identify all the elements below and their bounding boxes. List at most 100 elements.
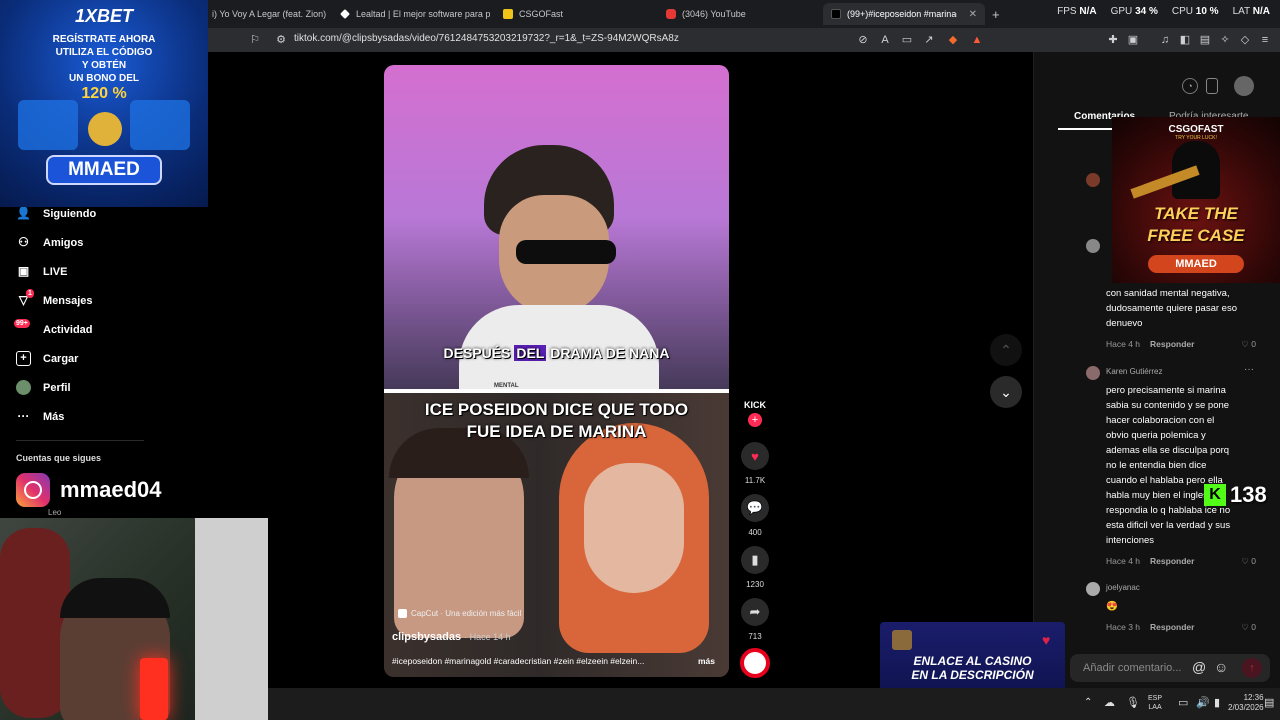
comment-like-button[interactable]: ♡ 0 [1241, 556, 1256, 567]
reply-button[interactable]: Responder [1150, 556, 1194, 567]
caption-more-button[interactable]: más [698, 656, 715, 666]
nav-activity[interactable]: 99+ Actividad [14, 319, 93, 337]
video-hashtags[interactable]: #iceposeidon #marinagold #caradecristian… [392, 656, 692, 666]
tab-tiktok-active[interactable]: (99+)#iceposeidon #marinagold ✕ [823, 3, 985, 25]
kick-follow[interactable]: KICK + [740, 400, 770, 427]
cloud-icon[interactable]: ☁ [1104, 696, 1115, 709]
clock[interactable]: 12:36 2/03/2026 [1228, 693, 1264, 713]
mention-icon[interactable]: @ [1192, 659, 1206, 675]
nav-label: Cargar [43, 352, 79, 365]
microphone-icon[interactable]: 🎙 [1126, 696, 1140, 709]
close-tab-icon[interactable]: ✕ [969, 9, 977, 20]
wallet-card-icon[interactable]: ▤ [1198, 33, 1212, 47]
like-button[interactable]: ♥ 11.7K [740, 442, 770, 485]
extensions-icon[interactable]: ✚ [1106, 33, 1120, 47]
language-indicator[interactable]: ESP LAA [1148, 694, 1162, 712]
video-player[interactable]: MENTAL DESPUÉS DEL DRAMA DE NANA ICE POS… [384, 65, 729, 677]
nav-upload[interactable]: + Cargar [16, 351, 78, 366]
bookmark-icon[interactable]: ⚐ [248, 33, 262, 47]
menu-icon[interactable]: ≡ [1258, 33, 1272, 47]
wallet-icon[interactable]: ▣ [1126, 33, 1140, 47]
brave-shield-icon[interactable]: ◆ [946, 33, 960, 47]
comment-avatar[interactable] [1086, 366, 1100, 380]
reply-button[interactable]: Responder [1150, 622, 1194, 633]
volume-icon[interactable]: 🔊 [1196, 696, 1210, 709]
save-button[interactable]: ▮ 1230 [740, 546, 770, 589]
performance-overlay: FPS N/A GPU 34 % CPU 10 % LAT N/A [1057, 6, 1270, 17]
sidebar-icon[interactable]: ◧ [1178, 33, 1192, 47]
share-icon[interactable]: ↗ [922, 33, 936, 47]
csgofast-headline: TAKE THE FREE CASE [1147, 204, 1245, 245]
nav-live[interactable]: ▣ LIVE [16, 264, 68, 279]
nav-profile[interactable]: Perfil [16, 380, 71, 395]
address-bar: ⚐ ⚙ tiktok.com/@clipsbysadas/video/76124… [208, 28, 1280, 52]
nav-following[interactable]: 👤 Siguiendo [16, 206, 96, 221]
network-icon[interactable]: ▭ [1178, 696, 1188, 709]
comment-username[interactable]: joelyanac [1106, 583, 1140, 592]
comment-avatar[interactable] [1086, 582, 1100, 596]
comment-button[interactable]: 💬 400 [740, 494, 770, 537]
notifications-icon[interactable]: ▤ [1264, 696, 1274, 709]
nav-friends[interactable]: ⚇ Amigos [16, 235, 83, 250]
user-avatar[interactable] [1234, 76, 1254, 96]
screenshot-icon[interactable]: ▭ [900, 33, 914, 47]
nav-label: Mensajes [43, 294, 93, 307]
device-icon[interactable] [1206, 78, 1218, 94]
reply-button[interactable]: Responder [1150, 339, 1194, 350]
video-author[interactable]: clipsbysadas [392, 631, 461, 643]
comment-avatar[interactable] [1086, 239, 1100, 253]
profile-icon [16, 380, 31, 395]
send-comment-button[interactable]: ↑ [1242, 658, 1262, 678]
video-title-line2: FUE IDEA DE MARINA [466, 422, 647, 441]
comment-text: con sanidad mental negativa, dudosamente… [1106, 288, 1237, 329]
compass-icon[interactable]: ◔ [1182, 78, 1198, 94]
site-settings-icon[interactable]: ⚙ [274, 33, 288, 47]
comment-username[interactable]: Karen Gutiérrez [1106, 367, 1162, 376]
capcut-tag[interactable]: CapCut · Una edición más fácil [398, 609, 521, 618]
tab-music[interactable]: i) Yo Voy A Legar (feat. Zion) - Y [212, 3, 327, 25]
more-icon: ··· [17, 409, 30, 423]
lat-label: LAT [1232, 6, 1250, 17]
comment-like-button[interactable]: ♡ 0 [1241, 622, 1256, 633]
follow-plus-icon[interactable]: + [748, 413, 762, 427]
comment-count: 400 [748, 528, 762, 537]
tab-lealtad[interactable]: Lealtad | El mejor software para pote [340, 3, 490, 25]
nav-messages[interactable]: ▽ 1 Mensajes [16, 289, 93, 308]
brave-rewards-icon[interactable]: ▲ [970, 33, 984, 47]
previous-video-button[interactable]: ⌃ [990, 334, 1022, 366]
url-field[interactable]: tiktok.com/@clipsbysadas/video/761248475… [294, 33, 679, 44]
translate-icon[interactable]: A [878, 33, 892, 47]
new-tab-button[interactable]: + [992, 3, 1004, 25]
leo-ai-icon[interactable]: ✧ [1218, 33, 1232, 47]
battery-icon[interactable]: ▮ [1214, 696, 1220, 709]
casino-chest-icon [892, 630, 912, 650]
tab-csgofast[interactable]: CSGOFast [503, 3, 643, 25]
no-sound-icon[interactable]: ⊘ [856, 33, 870, 47]
tab-youtube[interactable]: (3046) YouTube [666, 3, 806, 25]
comment-more-icon[interactable]: ··· [1244, 364, 1254, 375]
live-icon: ▣ [17, 264, 30, 278]
show-hidden-icons[interactable]: ⌃ [1084, 697, 1092, 708]
comment-like-button[interactable]: ♡ 0 [1241, 339, 1256, 350]
nav-divider [16, 440, 144, 441]
nav-more[interactable]: ··· Más [16, 409, 65, 424]
next-video-button[interactable]: ⌄ [990, 376, 1022, 408]
background-door [195, 518, 268, 720]
messages-icon: ▽ 1 [18, 289, 34, 307]
emoji-icon[interactable]: ☺ [1214, 659, 1228, 675]
comment-input[interactable]: Añadir comentario... [1083, 662, 1181, 674]
music-disc-icon[interactable] [740, 648, 770, 678]
instagram-overlay: mmaed04 [16, 473, 162, 507]
heart-icon: ♥ [1042, 632, 1051, 648]
ad-1xbet: 1XBET REGÍSTRATE AHORA UTILIZA EL CÓDIGO… [0, 0, 208, 207]
video-title-text: ICE POSEIDON DICE QUE TODO FUE IDEA DE M… [384, 399, 729, 443]
music-icon[interactable]: ♫ [1158, 33, 1172, 47]
share-button[interactable]: ➦ 713 [740, 598, 770, 641]
clock-time: 12:36 [1243, 693, 1264, 702]
bookmark-icon: ▮ [741, 546, 769, 574]
comment-input-box[interactable]: Añadir comentario... @ ☺ [1070, 654, 1270, 682]
comment-avatar[interactable] [1086, 173, 1100, 187]
following-icon: 👤 [16, 206, 31, 220]
followed-account-partial[interactable]: Leo [48, 508, 61, 517]
vpn-icon[interactable]: ◇ [1238, 33, 1252, 47]
